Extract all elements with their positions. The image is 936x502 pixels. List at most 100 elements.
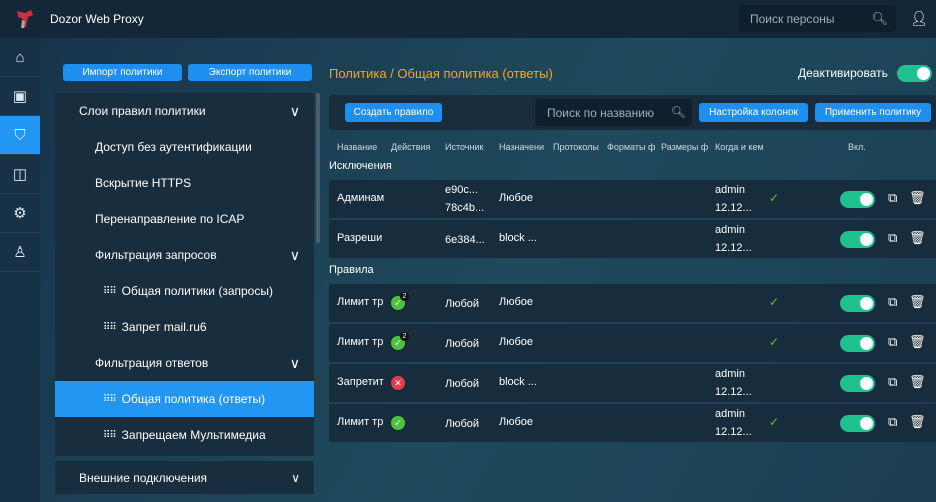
tree-item-label: Общая политики (запросы): [121, 284, 273, 298]
id-card-icon[interactable]: ▣: [0, 77, 40, 116]
enable-toggle[interactable]: [840, 191, 875, 208]
rule-name: Запретит: [337, 376, 384, 388]
tree-item-label: Перенаправление по ICAP: [95, 212, 245, 226]
column-header[interactable]: Назначени: [499, 142, 551, 152]
rule-name: Разреши: [337, 232, 383, 244]
status-ok-icon: ✓: [391, 416, 405, 430]
import-policy-button[interactable]: Импорт политики: [63, 64, 182, 81]
trash-icon[interactable]: 🗑︎: [909, 334, 926, 350]
rule-source: Любой: [445, 375, 479, 393]
table-row[interactable]: Разреши 6e384... block ... admin 12.12... ⧉ 🗑︎: [329, 220, 936, 258]
tree-item-label: Запрет mail.ru6: [121, 320, 207, 334]
trash-icon[interactable]: 🗑︎: [909, 190, 926, 206]
settings-icon[interactable]: ⚙: [0, 194, 40, 233]
column-header[interactable]: Когда и кем: [715, 142, 763, 152]
user-menu-icon[interactable]: 👤︎: [910, 10, 928, 27]
tree-item[interactable]: Доступ без аутентификации: [55, 129, 314, 165]
tree-item[interactable]: Фильтрация ответов ∨: [55, 345, 314, 381]
trash-icon[interactable]: 🗑︎: [909, 294, 926, 310]
source-value: Любой: [445, 338, 480, 350]
apply-policy-button[interactable]: Применить политику: [815, 103, 931, 122]
trash-icon[interactable]: 🗑︎: [909, 414, 926, 430]
drag-handle-icon[interactable]: ⠿⠿: [103, 286, 117, 297]
enable-toggle[interactable]: [840, 295, 875, 312]
source-value: e90c...: [445, 184, 479, 196]
policy-icon[interactable]: ⛉: [0, 116, 40, 155]
top-bar: Dozor Web Proxy Поиск персоны 🔍︎ 👤︎: [0, 0, 936, 38]
logo-icon: [17, 10, 33, 28]
column-header[interactable]: Название: [337, 142, 389, 152]
author-value: admin: [715, 408, 745, 420]
tree-item[interactable]: Перенаправление по ICAP: [55, 201, 314, 237]
tree-item-label: Вскрытие HTTPS: [95, 176, 192, 190]
trash-icon[interactable]: 🗑︎: [909, 230, 926, 246]
chevron-down-icon[interactable]: ∨: [290, 103, 300, 120]
column-header[interactable]: Размеры ф: [661, 142, 713, 152]
nav-rail: ⌂ ▣ ⛉ ◫ ⚙ ♙: [0, 38, 40, 502]
person-search-input[interactable]: Поиск персоны 🔍︎: [738, 5, 896, 32]
tree-item[interactable]: ⠿⠿ Запрет mail.ru6: [55, 309, 314, 345]
copy-icon[interactable]: ⧉: [888, 334, 897, 350]
tree-item-label: Общая политика (ответы): [121, 392, 266, 406]
home-icon[interactable]: ⌂: [0, 38, 40, 77]
rule-author: admin 12.12...: [715, 181, 752, 217]
source-value: 78c4b...: [445, 202, 485, 214]
tree-scrollbar[interactable]: [316, 93, 320, 243]
author-value: 12.12...: [715, 386, 752, 398]
tree-item[interactable]: Вскрытие HTTPS: [55, 165, 314, 201]
enable-toggle[interactable]: [840, 231, 875, 248]
trash-icon[interactable]: 🗑︎: [909, 374, 926, 390]
source-value: Любой: [445, 418, 480, 430]
copy-icon[interactable]: ⧉: [888, 294, 897, 310]
tree-item[interactable]: ⠿⠿ Общая политика (ответы): [55, 381, 314, 417]
drag-handle-icon[interactable]: ⠿⠿: [103, 322, 117, 333]
author-value: 12.12...: [715, 242, 752, 254]
enable-toggle[interactable]: [840, 415, 875, 432]
column-header[interactable]: Вкл.: [848, 142, 888, 152]
tree-item[interactable]: ⠿⠿ Общая политики (запросы): [55, 273, 314, 309]
table-row[interactable]: Лимит тр ✓ Любой Любое admin 12.12... ✓ ⧉ 🗑︎: [329, 404, 936, 442]
external-connections-label: Внешние подключения: [79, 470, 208, 485]
policy-tree: Слои правил политики ∨ Доступ без аутентиф…: [55, 93, 314, 456]
table-row[interactable]: Лимит тр ✓ 2 Любой Любое ✓ ⧉ 🗑︎: [329, 284, 936, 322]
rule-destination: Любое: [499, 336, 534, 348]
search-icon: 🔍︎: [670, 105, 686, 119]
deactivate-toggle[interactable]: [897, 65, 932, 82]
column-header[interactable]: Действия: [391, 142, 443, 152]
name-search-input[interactable]: Поиск по названию 🔍︎: [535, 99, 692, 126]
count-badge: 2: [400, 292, 409, 301]
chevron-down-icon[interactable]: ∨: [290, 355, 300, 372]
column-header[interactable]: Источник: [445, 142, 497, 152]
users-icon[interactable]: ♙: [0, 233, 40, 272]
table-row[interactable]: Админам e90c... 78c4b... Любое admin 12.12...…: [329, 180, 936, 218]
source-value: Любой: [445, 378, 480, 390]
chevron-down-icon[interactable]: ∨: [290, 247, 300, 264]
check-icon: ✓: [769, 335, 780, 349]
tree-item[interactable]: Слои правил политики ∨: [55, 93, 314, 129]
table-row[interactable]: Лимит тр ✓ 2 Любой Любое ✓ ⧉ 🗑︎: [329, 324, 936, 362]
copy-icon[interactable]: ⧉: [888, 374, 897, 390]
author-value: 12.12...: [715, 202, 752, 214]
tree-item[interactable]: ⠿⠿ Запрещаем Мультимедиа: [55, 417, 314, 453]
rule-destination: Любое: [499, 296, 534, 308]
table-row[interactable]: Запретит ✕ Любой block ... admin 12.12... ⧉ 🗑︎: [329, 364, 936, 402]
column-header[interactable]: Протоколы: [553, 142, 605, 152]
drag-handle-icon[interactable]: ⠿⠿: [103, 430, 117, 441]
copy-icon[interactable]: ⧉: [888, 190, 897, 206]
drag-handle-icon[interactable]: ⠿⠿: [103, 394, 117, 405]
enable-toggle[interactable]: [840, 375, 875, 392]
external-connections[interactable]: Внешние подключения ∨: [55, 461, 314, 494]
enable-toggle[interactable]: [840, 335, 875, 352]
create-rule-button[interactable]: Создать правило: [345, 103, 442, 122]
export-policy-button[interactable]: Экспорт политики: [188, 64, 312, 81]
rule-source: Любой: [445, 295, 479, 313]
monitor-icon[interactable]: ◫: [0, 155, 40, 194]
tree-item-label: Запрещаем Мультимедиа: [121, 428, 266, 442]
tree-item-label: Доступ без аутентификации: [95, 140, 252, 154]
copy-icon[interactable]: ⧉: [888, 414, 897, 430]
columns-settings-button[interactable]: Настройка колонок: [699, 103, 808, 122]
column-header[interactable]: Форматы ф: [607, 142, 659, 152]
app-title: Dozor Web Proxy: [50, 12, 144, 26]
copy-icon[interactable]: ⧉: [888, 230, 897, 246]
tree-item[interactable]: Фильтрация запросов ∨: [55, 237, 314, 273]
